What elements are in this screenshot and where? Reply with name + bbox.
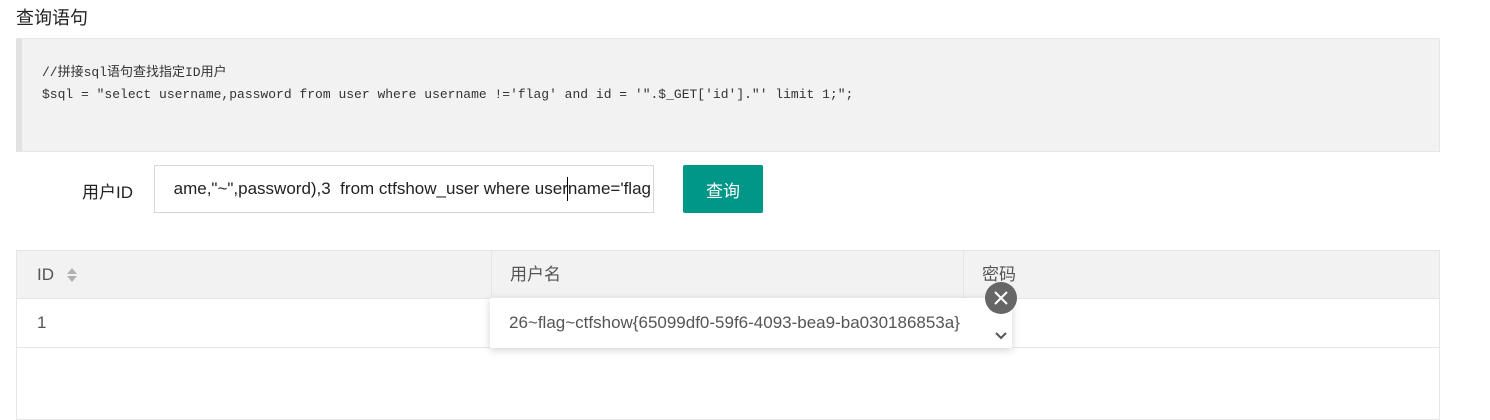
sort-down-icon: [67, 276, 77, 282]
code-block: //拼接sql语句查找指定ID用户 $sql = "select usernam…: [16, 38, 1440, 152]
column-header-username: 用户名: [492, 251, 964, 299]
column-header-id-label: ID: [37, 265, 54, 284]
user-id-input-value: ame,"~",password),3 from ctfshow_user wh…: [173, 179, 651, 198]
text-caret: [567, 177, 568, 201]
chevron-down-icon[interactable]: [995, 328, 1007, 342]
column-header-id[interactable]: ID: [17, 251, 492, 299]
sort-icon[interactable]: [67, 268, 79, 282]
column-header-password: 密码: [982, 265, 1016, 284]
cell-password: [964, 299, 1440, 347]
code-statement: $sql = "select username,password from us…: [42, 87, 854, 102]
table-header: ID 用户名 密码: [17, 251, 1439, 299]
user-id-label: 用户ID: [82, 183, 133, 202]
cell-expand-text: 26~flag~ctfshow{65099df0-59f6-4093-bea9-…: [509, 313, 960, 332]
section-title: 查询语句: [16, 8, 88, 28]
close-icon[interactable]: [985, 282, 1017, 314]
user-id-input[interactable]: ame,"~",password),3 from ctfshow_user wh…: [154, 165, 654, 213]
code-comment: //拼接sql语句查找指定ID用户: [42, 65, 227, 80]
query-button[interactable]: 查询: [683, 165, 763, 213]
cell-id: 1: [17, 299, 492, 347]
sort-up-icon: [67, 268, 77, 274]
cell-expand-popup: 26~flag~ctfshow{65099df0-59f6-4093-bea9-…: [490, 298, 1012, 348]
